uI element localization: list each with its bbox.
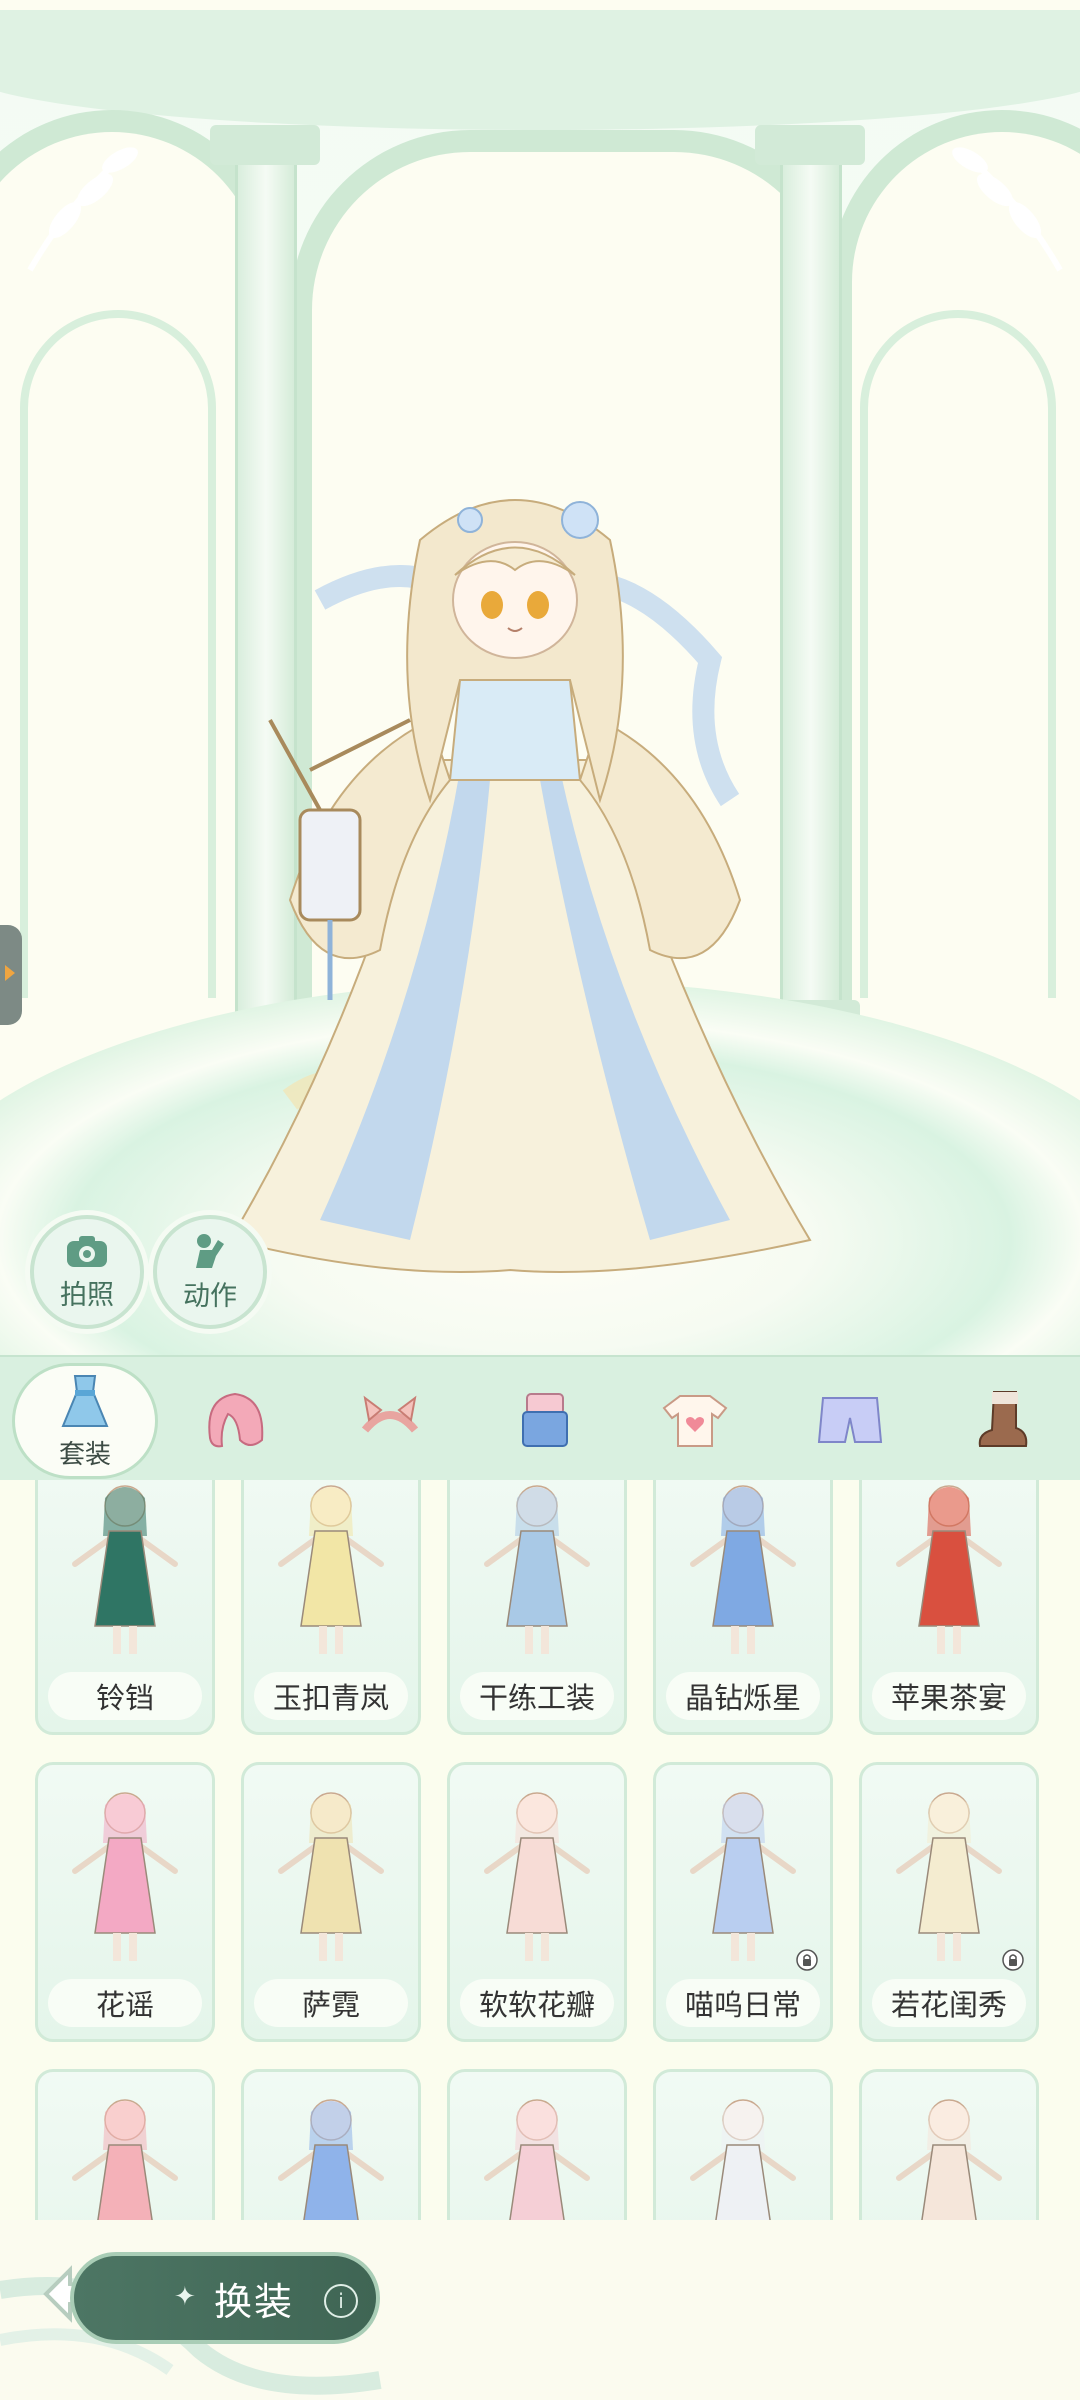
outfit-preview-figure [690, 1485, 796, 1654]
boots-icon [978, 1390, 1028, 1447]
hair-icon [208, 1392, 264, 1447]
outfit-dress-icon [61, 1374, 109, 1427]
change-outfit-button[interactable]: ✦ 换装 i [70, 2252, 380, 2344]
outfit-grid: 铃铛 玉扣青岚 干练工装 晶钻烁星 苹果茶宴花谣 萨霓 软软花瓣 喵呜日常 若花闺秀 [0, 1480, 1080, 2220]
outfit-name: 玉扣青岚 [254, 1672, 408, 1720]
outfit-preview-figure [484, 2099, 590, 2220]
leaf-decor-left [27, 147, 138, 272]
tab-outfit-label: 套装 [58, 1439, 111, 1470]
outfit-card[interactable]: 铃铛 [35, 1480, 215, 1735]
outfit-preview-figure [896, 1485, 1002, 1654]
lock-icon [1002, 1949, 1024, 1971]
outfit-card[interactable]: 玉扣青岚 [241, 1480, 421, 1735]
outfit-preview-figure [278, 1792, 384, 1961]
outfit-name: 萨霓 [254, 1979, 408, 2027]
tab-shoes[interactable] [940, 1357, 1060, 1482]
outfit-name: 若花闺秀 [872, 1979, 1026, 2027]
outfit-name: 晶钻烁星 [666, 1672, 820, 1720]
tab-headwear[interactable] [330, 1357, 450, 1482]
outfit-name: 喵呜日常 [666, 1979, 820, 2027]
category-tab-bar: 套装 [0, 1355, 1080, 1485]
leaf-decor-right [952, 147, 1063, 272]
outfit-preview-figure [484, 1792, 590, 1961]
cat-ears-headwear-icon [361, 1395, 419, 1433]
outfit-preview-figure [72, 1485, 178, 1654]
outfit-preview-figure [72, 2099, 178, 2220]
outfit-card[interactable]: 晶钻烁星 [653, 1480, 833, 1735]
dressing-stage: 拍照 动作 [0, 0, 1080, 1355]
outfit-card[interactable] [859, 2069, 1039, 2220]
outfit-card[interactable]: 苹果茶宴 [859, 1480, 1039, 1735]
outfit-preview-figure [278, 1485, 384, 1654]
tab-bottoms[interactable] [790, 1357, 910, 1482]
change-outfit-label: 换装 [214, 2279, 295, 2324]
outfit-preview-figure [484, 1485, 590, 1654]
photo-button[interactable]: 拍照 [30, 1215, 144, 1329]
outfit-preview-figure [896, 2099, 1002, 2220]
outfit-preview-figure [278, 2099, 384, 2220]
heart-tshirt-icon [662, 1394, 728, 1447]
ceiling-decor [0, 10, 1080, 130]
outfit-card[interactable]: 若花闺秀 [859, 1762, 1039, 2042]
pose-icon [196, 1233, 224, 1268]
left-pillar-cap [210, 125, 320, 165]
tab-hair[interactable] [175, 1357, 295, 1482]
outfit-name: 干练工装 [460, 1672, 614, 1720]
side-drawer-toggle[interactable] [0, 925, 22, 1025]
outfit-card[interactable]: 喵呜日常 [653, 1762, 833, 2042]
outfit-name: 苹果茶宴 [872, 1672, 1026, 1720]
tab-overalls[interactable] [485, 1357, 605, 1482]
outfit-card[interactable] [241, 2069, 421, 2220]
outfit-card[interactable]: 萨霓 [241, 1762, 421, 2042]
outfit-preview-figure [690, 2099, 796, 2220]
outfit-name: 花谣 [48, 1979, 202, 2027]
outfit-card[interactable]: 软软花瓣 [447, 1762, 627, 2042]
outfit-card[interactable] [653, 2069, 833, 2220]
overalls-icon [522, 1392, 568, 1447]
outfit-card[interactable] [447, 2069, 627, 2220]
info-icon[interactable]: i [324, 2284, 358, 2318]
outfit-card[interactable]: 干练工装 [447, 1480, 627, 1735]
shorts-icon [817, 1396, 883, 1443]
outfit-preview-figure [72, 1792, 178, 1961]
tab-tops[interactable] [635, 1357, 755, 1482]
outfit-preview-figure [896, 1792, 1002, 1961]
photo-label: 拍照 [60, 1279, 114, 1311]
tab-outfit[interactable]: 套装 [12, 1363, 158, 1479]
camera-icon [67, 1235, 107, 1267]
outfit-card[interactable] [35, 2069, 215, 2220]
lock-icon [796, 1949, 818, 1971]
sparkle-icon: ✦ [174, 2282, 196, 2312]
action-button[interactable]: 动作 [153, 1215, 267, 1329]
outfit-card[interactable]: 花谣 [35, 1762, 215, 2042]
outfit-preview-figure [690, 1792, 796, 1961]
right-pillar-cap [755, 125, 865, 165]
character-avatar [228, 499, 812, 1273]
outfit-name: 铃铛 [48, 1672, 202, 1720]
outfit-name: 软软花瓣 [460, 1979, 614, 2027]
action-label: 动作 [183, 1280, 237, 1312]
